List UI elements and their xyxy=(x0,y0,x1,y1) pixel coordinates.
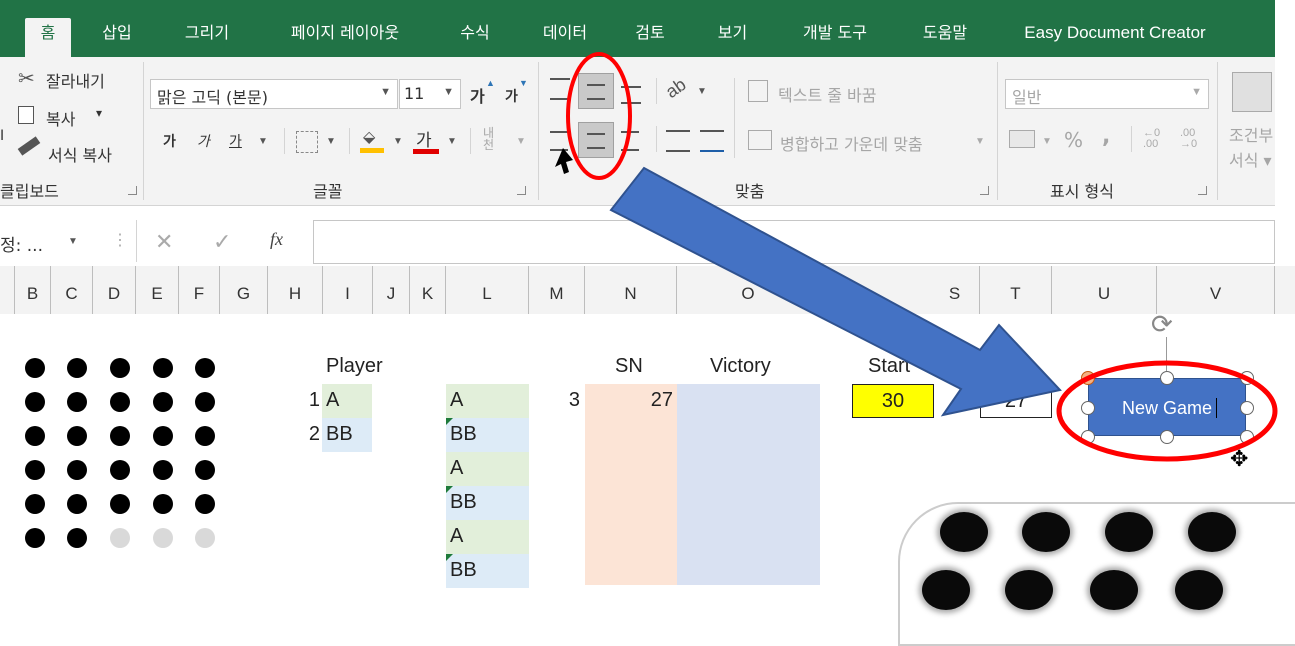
mouse-pointer-icon xyxy=(555,148,573,174)
highlight-ellipse-align xyxy=(566,52,632,180)
annotation-arrow xyxy=(609,166,1062,417)
highlight-ellipse-button xyxy=(1056,360,1278,462)
annotation-overlay xyxy=(555,52,1278,462)
